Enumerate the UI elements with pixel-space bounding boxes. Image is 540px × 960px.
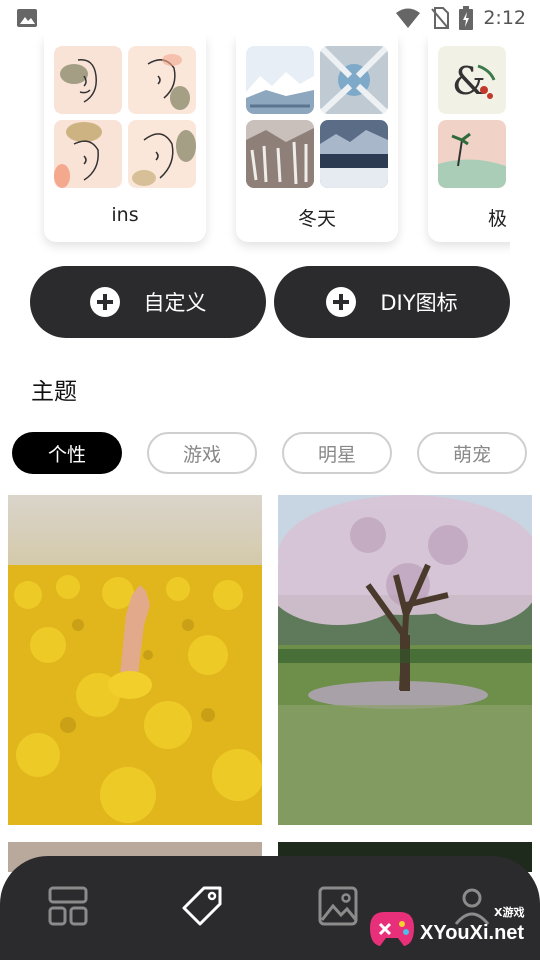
wallpaper-card[interactable]: [8, 495, 262, 825]
icon-preview: &: [438, 46, 506, 114]
tab-pets[interactable]: 萌宠: [417, 432, 527, 474]
tag-icon[interactable]: [180, 884, 224, 928]
custom-theme-label: 自定义: [143, 291, 207, 315]
diy-icon-button[interactable]: DIY图标: [274, 266, 510, 338]
section-title: 主题: [31, 379, 77, 405]
icon-pack-label: ins: [111, 204, 139, 226]
no-sim-icon: [431, 7, 450, 29]
icon-pack-card-ins[interactable]: ins: [44, 36, 206, 242]
battery-charging-icon: [459, 6, 474, 30]
icon-pack-label: 极: [488, 208, 508, 230]
icon-pack-card-third[interactable]: & 极: [428, 36, 510, 242]
custom-theme-button[interactable]: 自定义: [30, 266, 266, 338]
icon-preview: [128, 120, 196, 188]
icon-pack-card-winter[interactable]: 冬天: [236, 36, 398, 242]
image-icon[interactable]: [316, 884, 360, 928]
wallpaper-image: [278, 495, 532, 825]
tab-stars[interactable]: 明星: [282, 432, 392, 474]
icon-preview: [128, 46, 196, 114]
status-bar: 2:12: [0, 0, 540, 36]
gallery-notification-icon: [17, 9, 37, 27]
icon-preview: [246, 120, 314, 188]
tab-personality[interactable]: 个性: [12, 432, 122, 474]
layout-grid-icon[interactable]: [46, 884, 90, 928]
icon-preview: [320, 46, 388, 114]
icon-preview: [246, 46, 314, 114]
icon-pack-carousel[interactable]: ins 冬天 & 极: [30, 36, 510, 258]
watermark-logo: X游戏 XYouXi.net: [364, 902, 534, 954]
icon-pack-label: 冬天: [297, 208, 336, 230]
add-icon: [326, 287, 357, 317]
diy-icon-label: DIY图标: [380, 291, 458, 315]
add-icon: [89, 287, 120, 317]
wallpaper-image: [8, 495, 262, 825]
wifi-icon: [396, 8, 421, 28]
clock: 2:12: [483, 7, 526, 29]
icon-preview: [320, 120, 388, 188]
icon-preview: [54, 46, 122, 114]
gamepad-logo-icon: [370, 912, 414, 946]
watermark-small-text: X游戏: [494, 906, 525, 919]
wallpaper-card[interactable]: [278, 495, 532, 825]
tab-games[interactable]: 游戏: [147, 432, 257, 474]
watermark-text: XYouXi.net: [420, 922, 525, 944]
icon-preview: [438, 120, 506, 188]
icon-preview: [54, 120, 122, 188]
